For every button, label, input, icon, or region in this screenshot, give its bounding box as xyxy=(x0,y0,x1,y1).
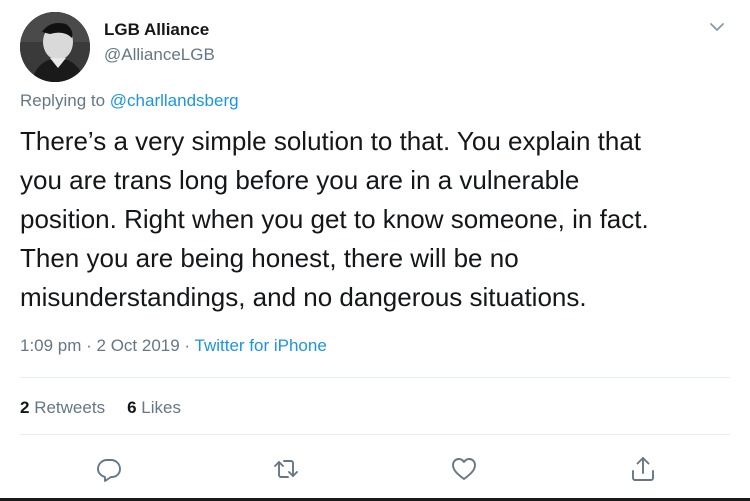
reply-button[interactable] xyxy=(95,455,123,483)
share-button[interactable] xyxy=(629,455,657,483)
retweet-icon xyxy=(274,460,298,478)
reply-context: Replying to @charllandsberg xyxy=(20,91,239,111)
tweet-timestamp[interactable]: 1:09 pm · 2 Oct 2019 · xyxy=(20,336,190,355)
retweet-button[interactable] xyxy=(272,455,300,483)
author-handle[interactable]: @AllianceLGB xyxy=(104,45,215,65)
likes-count: 6 xyxy=(127,398,137,417)
author-display-name[interactable]: LGB Alliance xyxy=(104,20,209,40)
avatar[interactable] xyxy=(20,12,90,82)
heart-icon xyxy=(452,458,476,480)
divider xyxy=(20,377,730,378)
share-icon xyxy=(632,457,654,481)
chevron-down-icon[interactable] xyxy=(708,18,726,36)
retweets-label: Retweets xyxy=(34,398,106,417)
engagement-stats: 2 Retweets 6 Likes xyxy=(20,398,181,418)
tweet-text-line: There’s a very simple solution to that. … xyxy=(20,126,642,156)
divider xyxy=(20,434,730,435)
like-button[interactable] xyxy=(450,455,478,483)
tweet-text-line: position. Right when you get to know som… xyxy=(20,204,649,234)
reply-mention-link[interactable]: @charllandsberg xyxy=(110,91,239,110)
tweet-text-line: misunderstandings, and no dangerous situ… xyxy=(20,282,587,312)
reply-context-prefix: Replying to xyxy=(20,91,106,110)
retweets-count: 2 xyxy=(20,398,30,417)
avatar-image xyxy=(20,12,90,82)
retweets-stat[interactable]: 2 Retweets xyxy=(20,398,105,417)
likes-label: Likes xyxy=(141,398,181,417)
tweet-card: LGB Alliance @AllianceLGB Replying to @c… xyxy=(0,0,750,501)
tweet-source-link[interactable]: Twitter for iPhone xyxy=(195,336,327,355)
tweet-text-line: Then you are being honest, there will be… xyxy=(20,243,519,273)
tweet-metadata: 1:09 pm · 2 Oct 2019 · Twitter for iPhon… xyxy=(20,336,327,356)
tweet-text-line: you are trans long before you are in a v… xyxy=(20,165,580,195)
reply-icon xyxy=(97,459,121,482)
tweet-text: There’s a very simple solution to that. … xyxy=(20,122,732,317)
likes-stat[interactable]: 6 Likes xyxy=(127,398,181,417)
